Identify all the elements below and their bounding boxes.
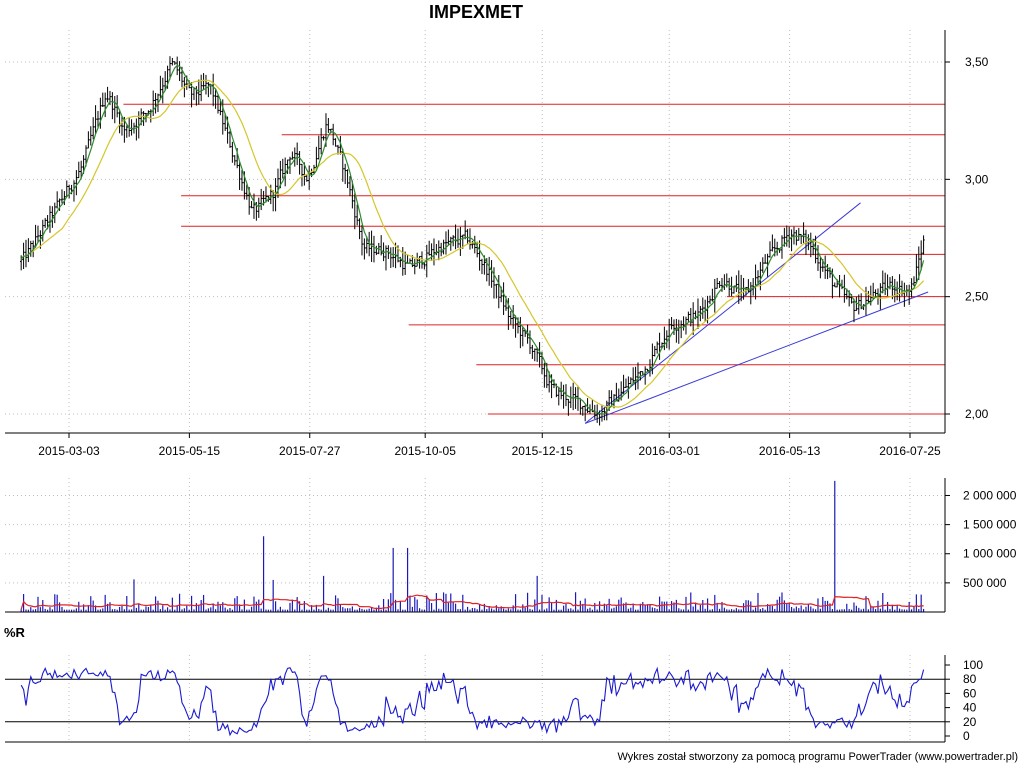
trend-line <box>584 291 929 424</box>
price-panel: 3,503,002,502,00 2015-03-03 2015-05-15 201… <box>5 30 989 458</box>
x-tick-label: 2015-07-27 <box>279 444 341 458</box>
volume-average-line <box>20 594 924 610</box>
trend-line <box>584 202 861 424</box>
y-tick-label: 100 <box>963 658 983 672</box>
y-tick-label: 60 <box>963 686 977 700</box>
x-tick-label: 2016-03-01 <box>639 444 701 458</box>
volume-y-ticks: 2 000 000 1 500 000 1 000 000 500 000 <box>945 488 1017 590</box>
wr-grid <box>5 655 945 742</box>
y-tick-label: 20 <box>963 715 977 729</box>
williams-r-panel: %R 100806040200 <box>4 625 983 743</box>
volume-panel: 2 000 000 1 500 000 1 000 000 500 000 <box>5 478 1017 613</box>
y-tick-label: 3,50 <box>965 55 989 69</box>
trend-lines <box>584 202 929 424</box>
price-bars <box>19 56 925 426</box>
x-tick-label: 2015-12-15 <box>512 444 574 458</box>
y-tick-label: 3,00 <box>965 172 989 186</box>
chart-root: IMPEXMET 3,503,002,502,00 2015-03-03 2015… <box>4 2 1018 763</box>
footer-credit: Wykres został stworzony za pomocą progra… <box>617 751 1018 763</box>
y-tick-label: 2,00 <box>965 407 989 421</box>
wr-y-ticks: 100806040200 <box>945 658 983 743</box>
wr-panel-label: %R <box>4 625 26 640</box>
x-tick-label: 2015-03-03 <box>38 444 100 458</box>
y-tick-label: 40 <box>963 701 977 715</box>
x-tick-label: 2016-07-25 <box>879 444 941 458</box>
x-tick-label: 2015-10-05 <box>394 444 456 458</box>
y-tick-label: 1 000 000 <box>963 547 1017 561</box>
y-tick-label: 1 500 000 <box>963 518 1017 532</box>
y-tick-label: 2 000 000 <box>963 488 1017 502</box>
y-tick-label: 500 000 <box>963 576 1007 590</box>
y-tick-label: 2,50 <box>965 290 989 304</box>
chart-title: IMPEXMET <box>429 2 523 22</box>
x-tick-label: 2015-05-15 <box>159 444 221 458</box>
volume-bars <box>20 480 925 612</box>
volume-grid <box>5 478 945 612</box>
y-tick-label: 0 <box>963 729 970 743</box>
y-tick-label: 80 <box>963 672 977 686</box>
price-y-ticks: 3,50 3,00 2,50 2,00 <box>945 55 989 421</box>
price-x-ticks: 2015-03-03 2015-05-15 2015-07-27 2015-10-05… <box>38 433 941 458</box>
x-tick-label: 2016-05-13 <box>759 444 821 458</box>
wr-line <box>20 666 925 737</box>
